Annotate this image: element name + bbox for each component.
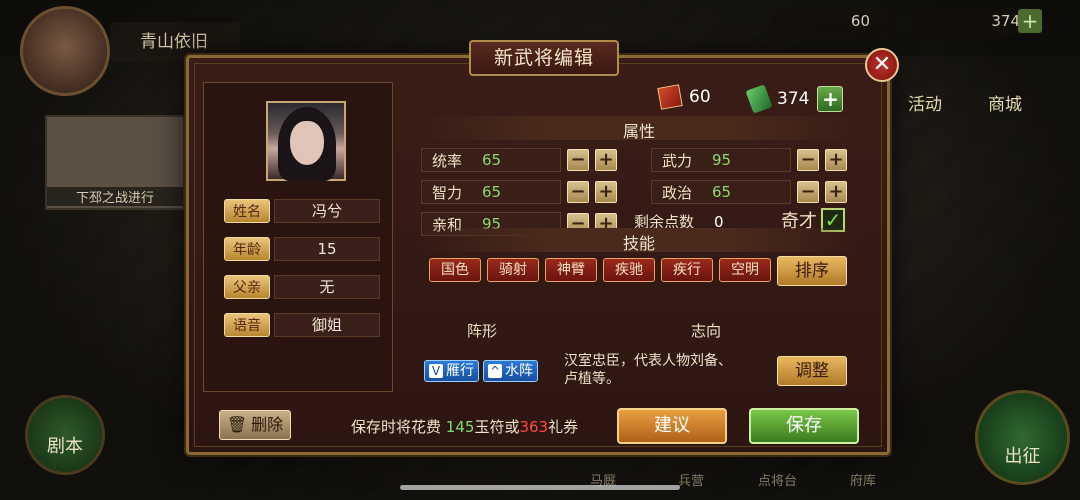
skill-list: 国色 骑射 神臂 疾驰 疾行 空明 [429, 258, 771, 282]
cost-mid: 玉符或 [474, 418, 520, 436]
formation-tag[interactable]: V 雁行 [424, 360, 479, 382]
shop-button[interactable]: 商城 [975, 60, 1035, 120]
save-button[interactable]: 保存 [749, 408, 859, 444]
formation-label: 水阵 [505, 363, 533, 379]
name-label: 姓名 [224, 199, 270, 223]
scenario-label: 剧本 [47, 436, 83, 457]
skill-tag[interactable]: 骑射 [487, 258, 539, 282]
treasury-label[interactable]: 府库 [850, 470, 876, 489]
tally-icon [657, 84, 683, 110]
age-label: 年龄 [224, 237, 270, 261]
stat-politics: 政治 65 − + [651, 180, 847, 204]
scenario-button[interactable]: 剧本 [25, 395, 105, 475]
voice-field[interactable]: 御姐 [274, 313, 380, 337]
player-avatar[interactable] [20, 6, 110, 96]
tally-count: 60 [689, 87, 711, 107]
attributes-title: 属性 [622, 122, 655, 141]
dialog-title: 新武将编辑 [469, 40, 619, 76]
profile-panel: 姓名 冯兮 年龄 15 父亲 无 语音 御姐 [203, 82, 393, 392]
profile-row-voice: 语音 御姐 [224, 313, 380, 337]
skill-tag[interactable]: 空明 [719, 258, 771, 282]
increase-intelligence-button[interactable]: + [595, 181, 617, 203]
decrease-politics-button[interactable]: − [797, 181, 819, 203]
profile-row-father: 父亲 无 [224, 275, 380, 299]
trash-icon: 🗑 [226, 415, 248, 434]
edit-panel: 60 374 + 属性 统率 65 − + 武力 95 − + 智力 65 − + 政… [399, 82, 879, 392]
ambition-text: 汉室忠臣，代表人物刘备、卢植等。 [564, 353, 732, 387]
add-jade-button[interactable]: + [817, 86, 844, 112]
profile-row-age: 年龄 15 [224, 237, 380, 261]
skill-tag[interactable]: 国色 [429, 258, 481, 282]
home-indicator[interactable] [400, 485, 680, 490]
cost-coupon: 363 [519, 418, 549, 436]
voice-label: 语音 [224, 313, 270, 337]
stat-value: 65 [482, 183, 502, 201]
formation-list: V 雁行 ^ 水阵 [424, 360, 538, 382]
skills-title: 技能 [622, 234, 655, 253]
campaign-label: 下邳之战进行 [47, 187, 183, 206]
save-cost-text: 保存时将花费 145玉符或363礼券 [351, 416, 578, 437]
stat-value: 65 [712, 183, 732, 201]
father-label: 父亲 [224, 275, 270, 299]
tally-resource: 60 [657, 84, 711, 110]
close-icon[interactable]: ✕ [865, 48, 899, 82]
stat-label: 智力 [432, 183, 463, 202]
stat-command: 统率 65 − + [421, 148, 617, 172]
delete-label: 删除 [251, 415, 284, 434]
portrait-face [290, 121, 324, 165]
formation-label: 雁行 [446, 363, 474, 379]
formation-title: 阵形 [467, 322, 498, 340]
cost-jade: 145 [445, 418, 475, 436]
expedition-button[interactable]: 出征 [975, 390, 1070, 485]
adjust-ambition-button[interactable]: 调整 [777, 356, 847, 386]
campaign-thumbnail[interactable]: 下邳之战进行 [45, 115, 185, 210]
stat-value: 65 [482, 151, 502, 169]
cost-prefix: 保存时将花费 [351, 418, 442, 436]
stat-value: 95 [712, 151, 732, 169]
cost-suffix: 礼券 [548, 418, 579, 436]
formation-tag[interactable]: ^ 水阵 [483, 360, 538, 382]
bg-resource-tally: 60 [770, 8, 890, 34]
decrease-strength-button[interactable]: − [797, 149, 819, 171]
jade-icon [745, 84, 773, 114]
increase-politics-button[interactable]: + [825, 181, 847, 203]
sort-skills-button[interactable]: 排序 [777, 256, 847, 286]
profile-row-name: 姓名 冯兮 [224, 199, 380, 223]
suggest-button[interactable]: 建议 [617, 408, 727, 444]
stat-strength: 武力 95 − + [651, 148, 847, 172]
skill-tag[interactable]: 神臂 [545, 258, 597, 282]
jade-resource: 374 + [745, 84, 844, 114]
bg-add-jade-button[interactable]: + [1018, 9, 1042, 33]
decrease-command-button[interactable]: − [567, 149, 589, 171]
ambition-title: 志向 [691, 322, 722, 340]
general-edit-dialog: 新武将编辑 ✕ 姓名 冯兮 年龄 15 父亲 无 语音 御姐 60 374 + … [186, 40, 899, 455]
jade-count: 374 [777, 89, 810, 109]
increase-strength-button[interactable]: + [825, 149, 847, 171]
father-field[interactable]: 无 [274, 275, 380, 299]
stat-label: 统率 [432, 151, 463, 170]
skill-tag[interactable]: 疾驰 [603, 258, 655, 282]
stat-label: 政治 [662, 183, 693, 202]
name-field[interactable]: 冯兮 [274, 199, 380, 223]
decrease-intelligence-button[interactable]: − [567, 181, 589, 203]
general-portrait[interactable] [266, 101, 346, 181]
delete-button[interactable]: 🗑 删除 [219, 410, 291, 440]
age-field[interactable]: 15 [274, 237, 380, 261]
general-stage-label[interactable]: 点将台 [758, 470, 797, 489]
formation-v-icon: V [429, 364, 443, 378]
activity-button[interactable]: 活动 [895, 60, 955, 120]
barracks-label[interactable]: 兵营 [678, 470, 704, 489]
expedition-label: 出征 [1004, 446, 1041, 467]
stat-intelligence: 智力 65 − + [421, 180, 617, 204]
formation-wave-icon: ^ [488, 364, 502, 378]
increase-command-button[interactable]: + [595, 149, 617, 171]
stat-label: 武力 [662, 151, 693, 170]
skill-tag[interactable]: 疾行 [661, 258, 713, 282]
